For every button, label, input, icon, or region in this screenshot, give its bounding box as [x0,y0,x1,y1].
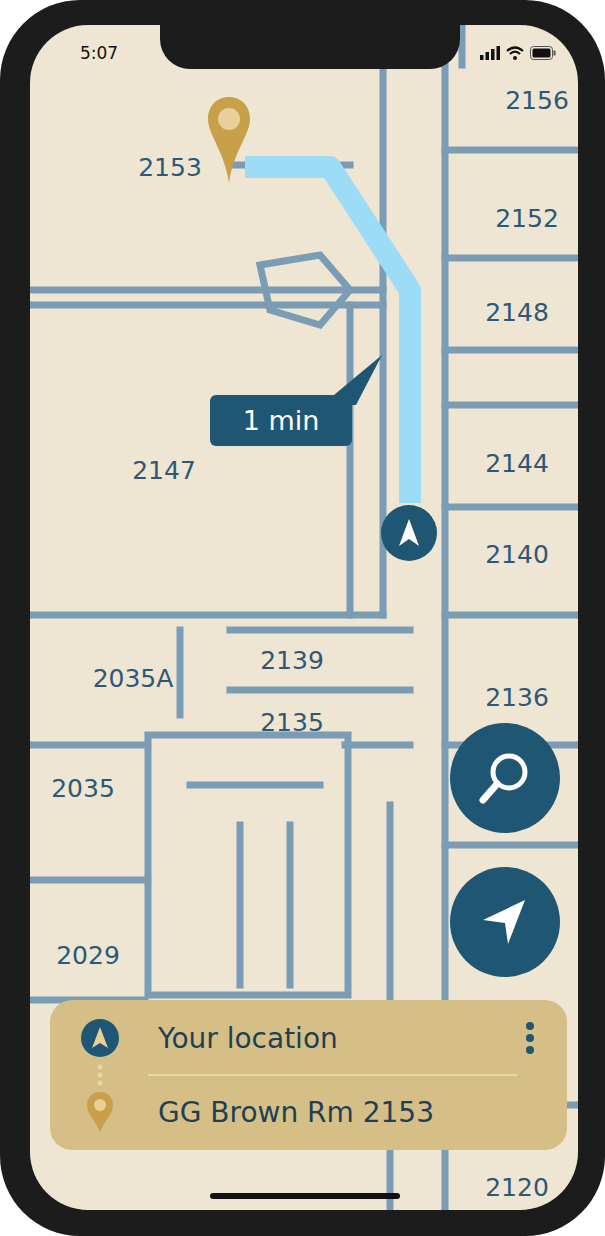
room-label: 2035A [93,664,174,693]
navigation-arrow-icon [475,892,535,952]
status-time: 5:07 [80,43,118,63]
connector-dots-icon [80,1062,120,1088]
room-label: 2156 [505,86,569,115]
more-options-icon[interactable] [523,1018,537,1058]
current-location-icon [380,504,438,562]
search-button[interactable] [450,723,560,833]
room-label: 2120 [485,1173,549,1202]
divider-line [148,1074,517,1076]
origin-icon [80,1018,120,1058]
battery-icon [530,46,556,60]
signal-icon [480,46,500,60]
directions-card: Your location GG Brown Rm 2153 [50,1000,567,1150]
search-icon [475,748,535,808]
destination-row[interactable]: GG Brown Rm 2153 [80,1088,537,1136]
divider [80,1062,537,1088]
origin-row[interactable]: Your location [80,1014,537,1062]
locate-button[interactable] [450,867,560,977]
room-label: 2140 [485,540,549,569]
status-icons [480,46,556,60]
phone-frame: 5:07 2156 2153 2152 2148 2144 2147 2140 2139 2035… [0,0,605,1236]
eta-text: 1 min [243,405,320,436]
room-label: 2147 [132,456,196,485]
room-label: 2153 [138,153,202,182]
room-label: 2136 [485,683,549,712]
destination-text[interactable]: GG Brown Rm 2153 [158,1096,537,1129]
room-label: 2148 [485,298,549,327]
eta-tooltip: 1 min [210,395,352,446]
room-label: 2029 [56,941,120,970]
wifi-icon [506,46,524,60]
room-label: 2144 [485,449,549,478]
destination-icon [80,1090,120,1134]
home-indicator[interactable] [210,1193,400,1199]
room-label: 2135 [260,708,324,737]
tooltip-tail [322,355,382,405]
origin-text[interactable]: Your location [158,1022,485,1055]
destination-pin-icon[interactable] [206,95,252,185]
notch [160,25,460,69]
screen: 5:07 2156 2153 2152 2148 2144 2147 2140 2139 2035… [30,25,578,1210]
room-label: 2152 [495,204,559,233]
room-label: 2035 [51,774,115,803]
room-label: 2139 [260,646,324,675]
